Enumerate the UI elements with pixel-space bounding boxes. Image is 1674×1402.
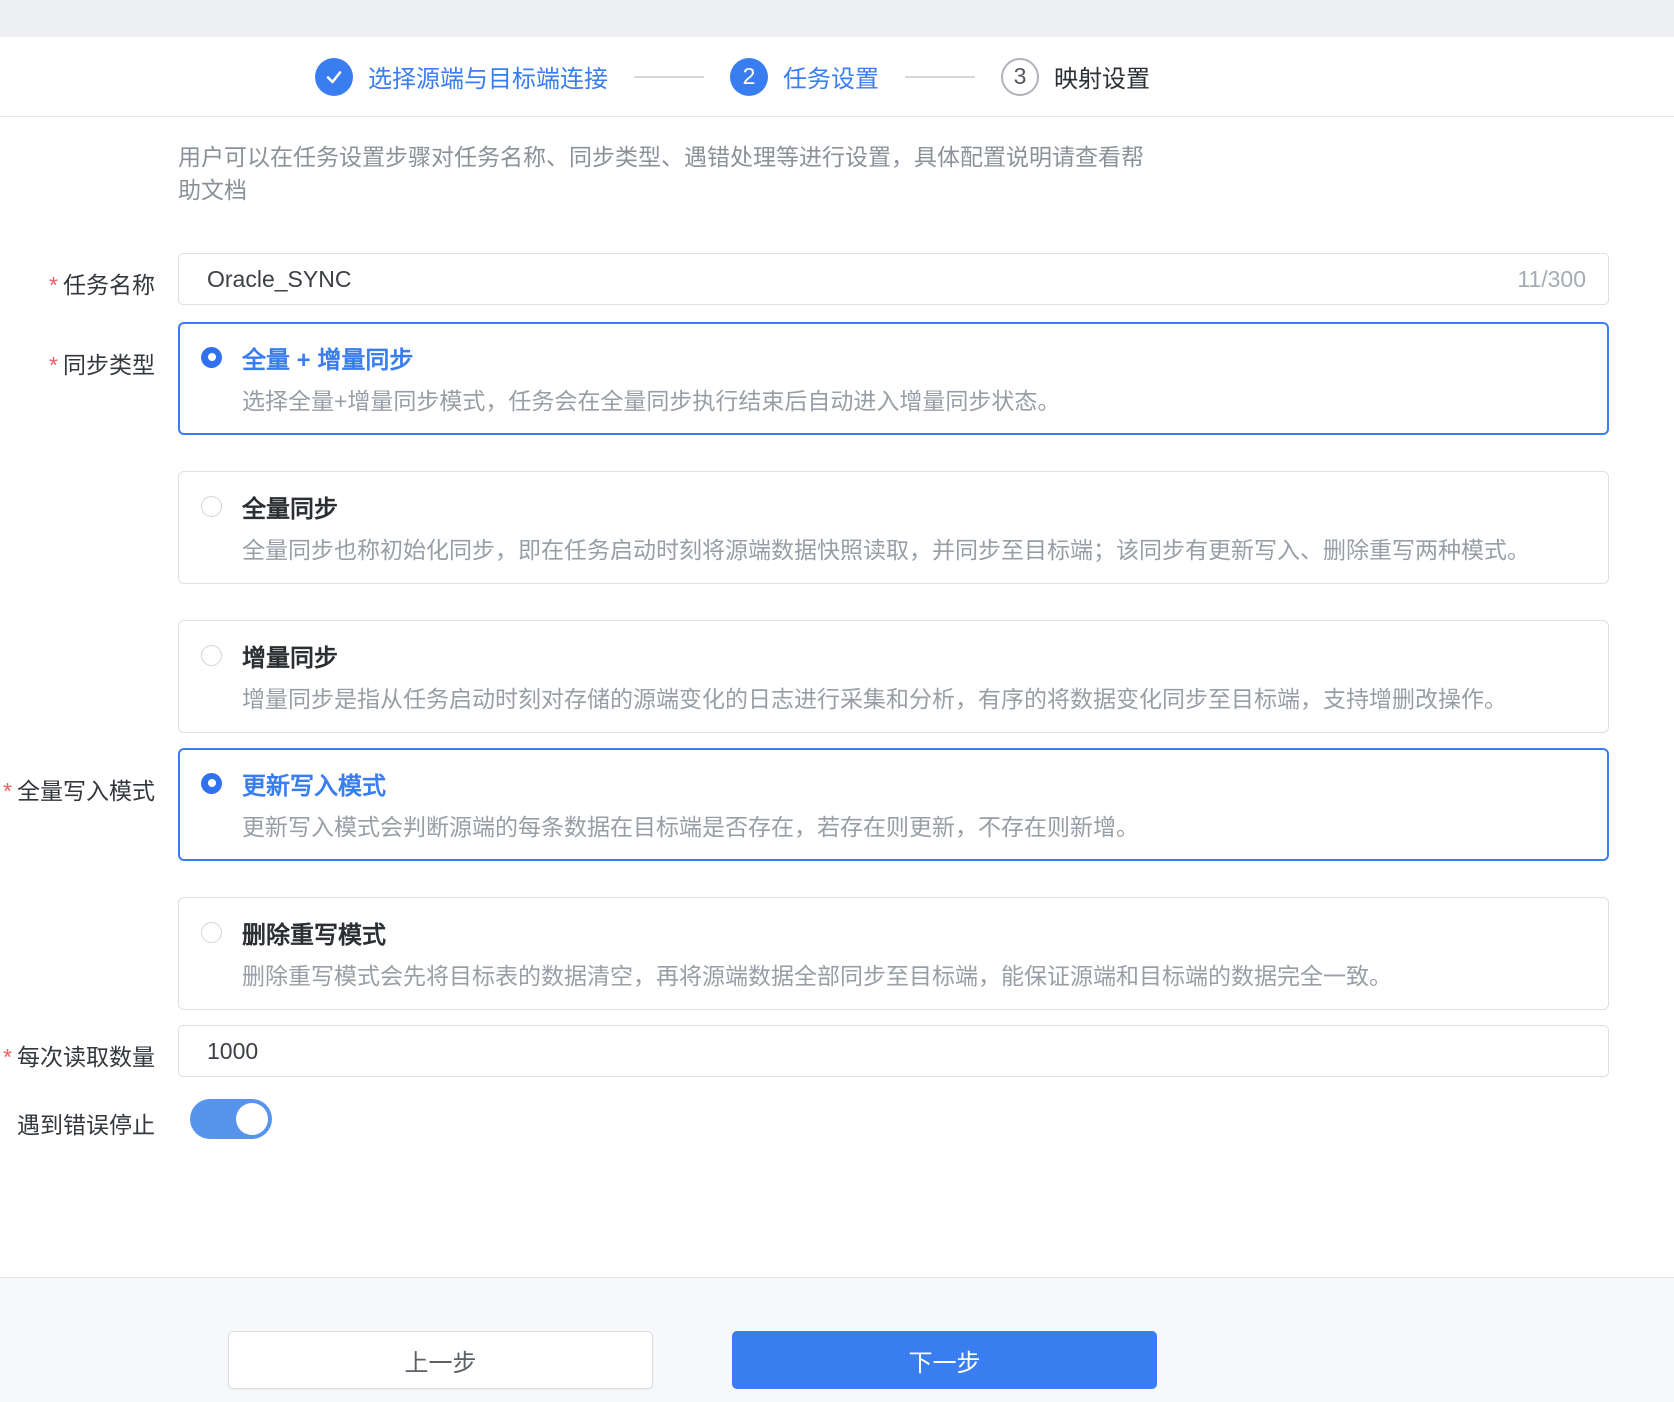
- option-description: 更新写入模式会判断源端的每条数据在目标端是否存在，若存在则更新，不存在则新增。: [242, 814, 1139, 840]
- radio-unchecked-icon[interactable]: [201, 495, 222, 517]
- step-2-circle: 2: [730, 57, 768, 96]
- task-settings-form: 用户可以在任务设置步骤对任务名称、同步类型、遇错处理等进行设置，具体配置说明请查…: [0, 117, 1674, 1140]
- task-name-row: *任务名称 11/300: [0, 253, 1674, 305]
- step-2-label: 任务设置: [783, 66, 879, 93]
- task-name-char-counter: 11/300: [1517, 265, 1586, 292]
- batch-read-count-row: * 每次读取数量: [0, 1025, 1674, 1077]
- full-write-mode-row: * 全量写入模式 更新写入模式 更新写入模式会判断源端的每条数据在目标端是否存在，…: [0, 748, 1674, 1010]
- option-title: 更新写入模式: [242, 772, 386, 800]
- option-title: 全量 + 增量同步: [242, 346, 414, 374]
- next-step-button[interactable]: 下一步: [732, 1331, 1157, 1389]
- write-mode-option-upsert[interactable]: 更新写入模式 更新写入模式会判断源端的每条数据在目标端是否存在，若存在则更新，不…: [178, 748, 1609, 861]
- radio-unchecked-icon[interactable]: [201, 921, 222, 943]
- task-name-input[interactable]: 11/300: [178, 253, 1609, 305]
- option-description: 删除重写模式会先将目标表的数据清空，再将源端数据全部同步至目标端，能保证源端和目…: [242, 963, 1392, 989]
- write-mode-option-delete-rewrite[interactable]: 删除重写模式 删除重写模式会先将目标表的数据清空，再将源端数据全部同步至目标端，…: [178, 897, 1609, 1010]
- step-connector: [634, 75, 704, 78]
- required-asterisk: *: [3, 1044, 12, 1070]
- page-description: 用户可以在任务设置步骤对任务名称、同步类型、遇错处理等进行设置，具体配置说明请查…: [178, 141, 1674, 207]
- sync-type-option-incremental[interactable]: 增量同步 增量同步是指从任务启动时刻对存储的源端变化的日志进行采集和分析，有序的…: [178, 620, 1609, 733]
- description-line-2: 助文档: [178, 177, 247, 203]
- step-3-label: 映射设置: [1054, 66, 1150, 93]
- option-description: 全量同步也称初始化同步，即在任务启动时刻将源端数据快照读取，并同步至目标端；该同…: [242, 537, 1530, 563]
- task-name-label: * 任务名称: [49, 272, 155, 298]
- stop-on-error-row: 遇到错误停止: [0, 1099, 1674, 1140]
- sync-type-label: * 同步类型: [49, 352, 155, 378]
- option-description: 选择全量+增量同步模式，任务会在全量同步执行结束后自动进入增量同步状态。: [242, 388, 1061, 414]
- required-asterisk: *: [49, 272, 58, 298]
- step-3-pending: 3 映射设置: [1001, 57, 1150, 96]
- description-line-1: 用户可以在任务设置步骤对任务名称、同步类型、遇错处理等进行设置，具体配置说明请查…: [178, 144, 1144, 170]
- step-1-completed: 选择源端与目标端连接: [315, 57, 608, 96]
- option-title: 删除重写模式: [242, 921, 386, 949]
- step-3-circle: 3: [1001, 57, 1039, 96]
- radio-checked-icon[interactable]: [201, 772, 222, 794]
- batch-read-count-label: * 每次读取数量: [3, 1044, 155, 1070]
- full-write-mode-label: * 全量写入模式: [3, 778, 155, 804]
- option-description: 增量同步是指从任务启动时刻对存储的源端变化的日志进行采集和分析，有序的将数据变化…: [242, 686, 1507, 712]
- batch-read-count-input[interactable]: [178, 1025, 1609, 1077]
- option-title: 增量同步: [242, 644, 338, 672]
- radio-unchecked-icon[interactable]: [201, 644, 222, 666]
- step-1-label: 选择源端与目标端连接: [368, 66, 608, 93]
- top-gray-bar: [0, 0, 1674, 37]
- sync-type-option-full[interactable]: 全量同步 全量同步也称初始化同步，即在任务启动时刻将源端数据快照读取，并同步至目…: [178, 471, 1609, 584]
- check-icon: [326, 70, 342, 83]
- sync-type-row: * 同步类型 全量 + 增量同步 选择全量+增量同步模式，任务会在全量同步执行结束…: [0, 322, 1674, 733]
- radio-checked-icon[interactable]: [201, 346, 222, 368]
- step-connector: [905, 75, 975, 78]
- option-title: 全量同步: [242, 495, 338, 523]
- sync-type-option-full-plus-incremental[interactable]: 全量 + 增量同步 选择全量+增量同步模式，任务会在全量同步执行结束后自动进入增…: [178, 322, 1609, 435]
- step-1-circle: [315, 57, 353, 96]
- task-name-input-field[interactable]: [207, 265, 1502, 293]
- stop-on-error-toggle[interactable]: [190, 1099, 272, 1139]
- footer-bar: 上一步 下一步: [0, 1277, 1674, 1402]
- stop-on-error-label: 遇到错误停止: [17, 1112, 155, 1138]
- prev-step-button[interactable]: 上一步: [228, 1331, 653, 1389]
- wizard-stepper: 选择源端与目标端连接 2 任务设置 3 映射设置: [0, 37, 1674, 117]
- required-asterisk: *: [49, 352, 58, 378]
- required-asterisk: *: [3, 778, 12, 804]
- step-2-active: 2 任务设置: [730, 57, 879, 96]
- batch-read-count-input-field[interactable]: [207, 1037, 1586, 1065]
- toggle-knob: [236, 1103, 268, 1135]
